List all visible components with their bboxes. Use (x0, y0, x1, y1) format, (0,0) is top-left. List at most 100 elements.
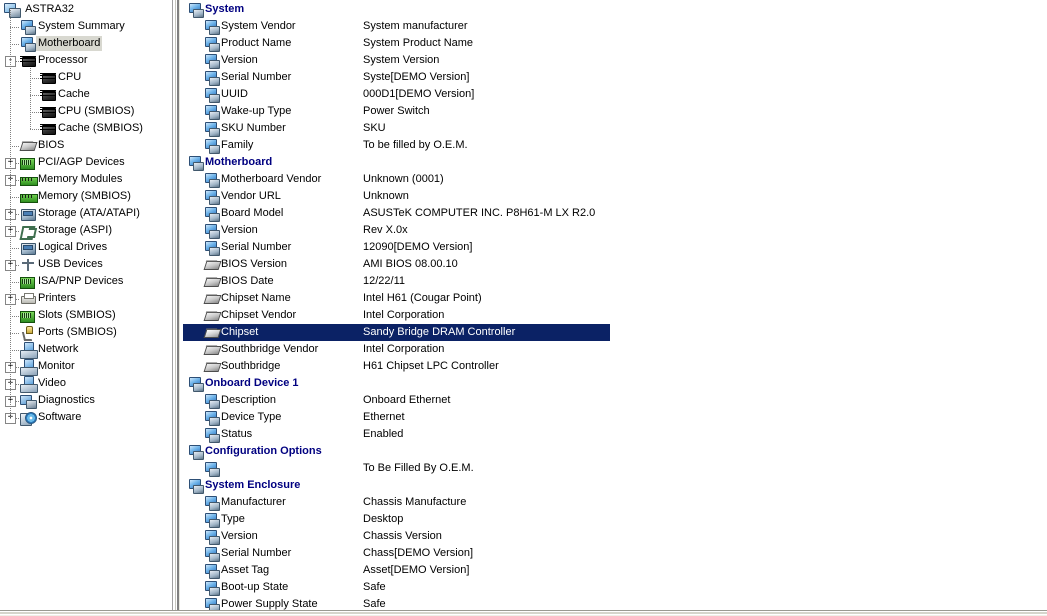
tree-connector (10, 333, 20, 334)
detail-row-name: Motherboard Vendor (221, 173, 322, 185)
cpu-icon (40, 87, 56, 103)
computer-icon (204, 19, 220, 35)
detail-row-system-vendor[interactable]: System Vendor System manufacturer (183, 18, 1047, 35)
sidebar-item-memory-modules[interactable]: Memory Modules (20, 171, 124, 188)
sidebar-item-memory-smbios[interactable]: Memory (SMBIOS) (20, 188, 133, 205)
detail-row-boot-up-state[interactable]: Boot-up State Safe (183, 579, 1047, 596)
detail-row-value: 000D1[DEMO Version] (363, 88, 475, 100)
sidebar-item-label: System Summary (38, 20, 125, 32)
sidebar-item-label: Video (38, 377, 66, 389)
sidebar-item-isa-pnp-devices[interactable]: ISA/PNP Devices (20, 273, 125, 290)
detail-section-header-onboard-device-1[interactable]: Onboard Device 1 (183, 375, 1047, 392)
detail-row-manufacturer[interactable]: Manufacturer Chassis Manufacture (183, 494, 1047, 511)
tree-connector (10, 44, 20, 45)
sidebar-item-printers[interactable]: Printers (20, 290, 78, 307)
tree-root-node[interactable]: ASTRA32 (4, 1, 76, 18)
detail-list-pane[interactable]: System System Vendor System manufacturer Pr… (183, 0, 1047, 610)
detail-section-header-motherboard[interactable]: Motherboard (183, 154, 1047, 171)
detail-section-header-system[interactable]: System (183, 1, 1047, 18)
detail-row-type[interactable]: Type Desktop (183, 511, 1047, 528)
detail-row-value: ASUSTeK COMPUTER INC. P8H61-M LX R2.0 (363, 207, 596, 219)
computer-icon (204, 580, 220, 596)
sidebar-item-cache[interactable]: Cache (40, 86, 92, 103)
sidebar-item-cpu-smbios[interactable]: CPU (SMBIOS) (40, 103, 136, 120)
detail-row-chipset[interactable]: Chipset Sandy Bridge DRAM Controller (183, 324, 610, 341)
detail-row-version[interactable]: Version Rev X.0x (183, 222, 1047, 239)
detail-row-uuid[interactable]: UUID 000D1[DEMO Version] (183, 86, 1047, 103)
pane-splitter[interactable] (173, 0, 183, 610)
drive-icon (20, 206, 36, 222)
sidebar-item-network[interactable]: Network (20, 341, 80, 359)
detail-row-board-model[interactable]: Board Model ASUSTeK COMPUTER INC. P8H61-M… (183, 205, 1047, 222)
sidebar-item-usb-devices[interactable]: USB Devices (20, 256, 105, 273)
detail-row-value: Chass[DEMO Version] (363, 547, 474, 559)
detail-row-description[interactable]: Description Onboard Ethernet (183, 392, 1047, 409)
computer-icon (188, 478, 204, 494)
sidebar-item-bios[interactable]: BIOS (20, 137, 66, 154)
sidebar-item-monitor[interactable]: Monitor (20, 358, 77, 376)
tree-connector (10, 197, 20, 198)
sidebar-item-video[interactable]: Video (20, 375, 68, 393)
sidebar-item-label: Slots (SMBIOS) (38, 309, 116, 321)
sidebar-item-label: Memory (SMBIOS) (38, 190, 131, 202)
detail-row-name: SKU Number (221, 122, 286, 134)
computer-icon (204, 461, 220, 477)
sidebar-item-system-summary[interactable]: System Summary (20, 18, 127, 35)
sidebar-item-pci-agp-devices[interactable]: PCI/AGP Devices (20, 154, 127, 171)
computer-icon (204, 427, 220, 443)
detail-row-value: H61 Chipset LPC Controller (363, 360, 499, 372)
sidebar-item-slots-smbios[interactable]: Slots (SMBIOS) (20, 307, 118, 324)
detail-section-header-configuration-options[interactable]: Configuration Options (183, 443, 1047, 460)
sidebar-item-label: Memory Modules (38, 173, 123, 185)
detail-row-device-type[interactable]: Device Type Ethernet (183, 409, 1047, 426)
detail-row-asset-tag[interactable]: Asset Tag Asset[DEMO Version] (183, 562, 1047, 579)
detail-row-wake-up-type[interactable]: Wake-up Type Power Switch (183, 103, 1047, 120)
drive-icon (20, 240, 36, 256)
detail-row-serial-number[interactable]: Serial Number Chass[DEMO Version] (183, 545, 1047, 562)
detail-row-vendor-url[interactable]: Vendor URL Unknown (183, 188, 1047, 205)
detail-row-motherboard-vendor[interactable]: Motherboard Vendor Unknown (0001) (183, 171, 1047, 188)
detail-row-bios-date[interactable]: BIOS Date 12/22/11 (183, 273, 1047, 290)
sidebar-item-processor[interactable]: Processor (20, 52, 90, 69)
detail-row-name: Vendor URL (221, 190, 281, 202)
detail-row-name: Asset Tag (221, 564, 270, 576)
sidebar-item-cache-smbios[interactable]: Cache (SMBIOS) (40, 120, 145, 137)
computer-icon (204, 563, 220, 579)
cpu-icon (40, 104, 56, 120)
detail-row-empty[interactable]: To Be Filled By O.E.M. (183, 460, 1047, 477)
sidebar-item-diagnostics[interactable]: Diagnostics (20, 392, 97, 409)
computer-icon (20, 19, 36, 35)
detail-row-chipset-vendor[interactable]: Chipset Vendor Intel Corporation (183, 307, 1047, 324)
detail-row-name: Wake-up Type (221, 105, 292, 117)
sidebar-item-cpu[interactable]: CPU (40, 69, 83, 86)
detail-row-name: Description (221, 394, 277, 406)
sidebar-item-logical-drives[interactable]: Logical Drives (20, 239, 109, 256)
sidebar-item-label: Diagnostics (38, 394, 95, 406)
sidebar-item-storage-ata-atapi[interactable]: Storage (ATA/ATAPI) (20, 205, 142, 222)
detail-row-version[interactable]: Version Chassis Version (183, 528, 1047, 545)
detail-row-value: System Version (363, 54, 440, 66)
detail-row-serial-number[interactable]: Serial Number Syste[DEMO Version] (183, 69, 1047, 86)
detail-row-southbridge[interactable]: Southbridge H61 Chipset LPC Controller (183, 358, 1047, 375)
detail-row-chipset-name[interactable]: Chipset Name Intel H61 (Cougar Point) (183, 290, 1047, 307)
memory-icon (20, 172, 38, 188)
detail-row-name: UUID (221, 88, 248, 100)
monitor-icon (20, 359, 38, 376)
tree-connector (10, 248, 20, 249)
detail-section-header-system-enclosure[interactable]: System Enclosure (183, 477, 1047, 494)
sidebar-item-storage-aspi[interactable]: Storage (ASPI) (20, 222, 114, 239)
computer-icon (204, 172, 220, 188)
detail-row-power-supply-state[interactable]: Power Supply State Safe (183, 596, 1047, 610)
detail-row-southbridge-vendor[interactable]: Southbridge Vendor Intel Corporation (183, 341, 1047, 358)
sidebar-item-motherboard[interactable]: Motherboard (20, 35, 103, 52)
detail-row-family[interactable]: Family To be filled by O.E.M. (183, 137, 1047, 154)
detail-row-bios-version[interactable]: BIOS Version AMI BIOS 08.00.10 (183, 256, 1047, 273)
detail-row-sku-number[interactable]: SKU Number SKU (183, 120, 1047, 137)
navigation-tree-pane[interactable]: ASTRA32 -++++++++++ System SummaryMother… (0, 0, 173, 610)
detail-row-serial-number[interactable]: Serial Number 12090[DEMO Version] (183, 239, 1047, 256)
detail-row-product-name[interactable]: Product Name System Product Name (183, 35, 1047, 52)
sidebar-item-software[interactable]: Software (20, 409, 83, 426)
detail-row-status[interactable]: Status Enabled (183, 426, 1047, 443)
detail-row-version[interactable]: Version System Version (183, 52, 1047, 69)
sidebar-item-ports-smbios[interactable]: Ports (SMBIOS) (20, 324, 119, 341)
